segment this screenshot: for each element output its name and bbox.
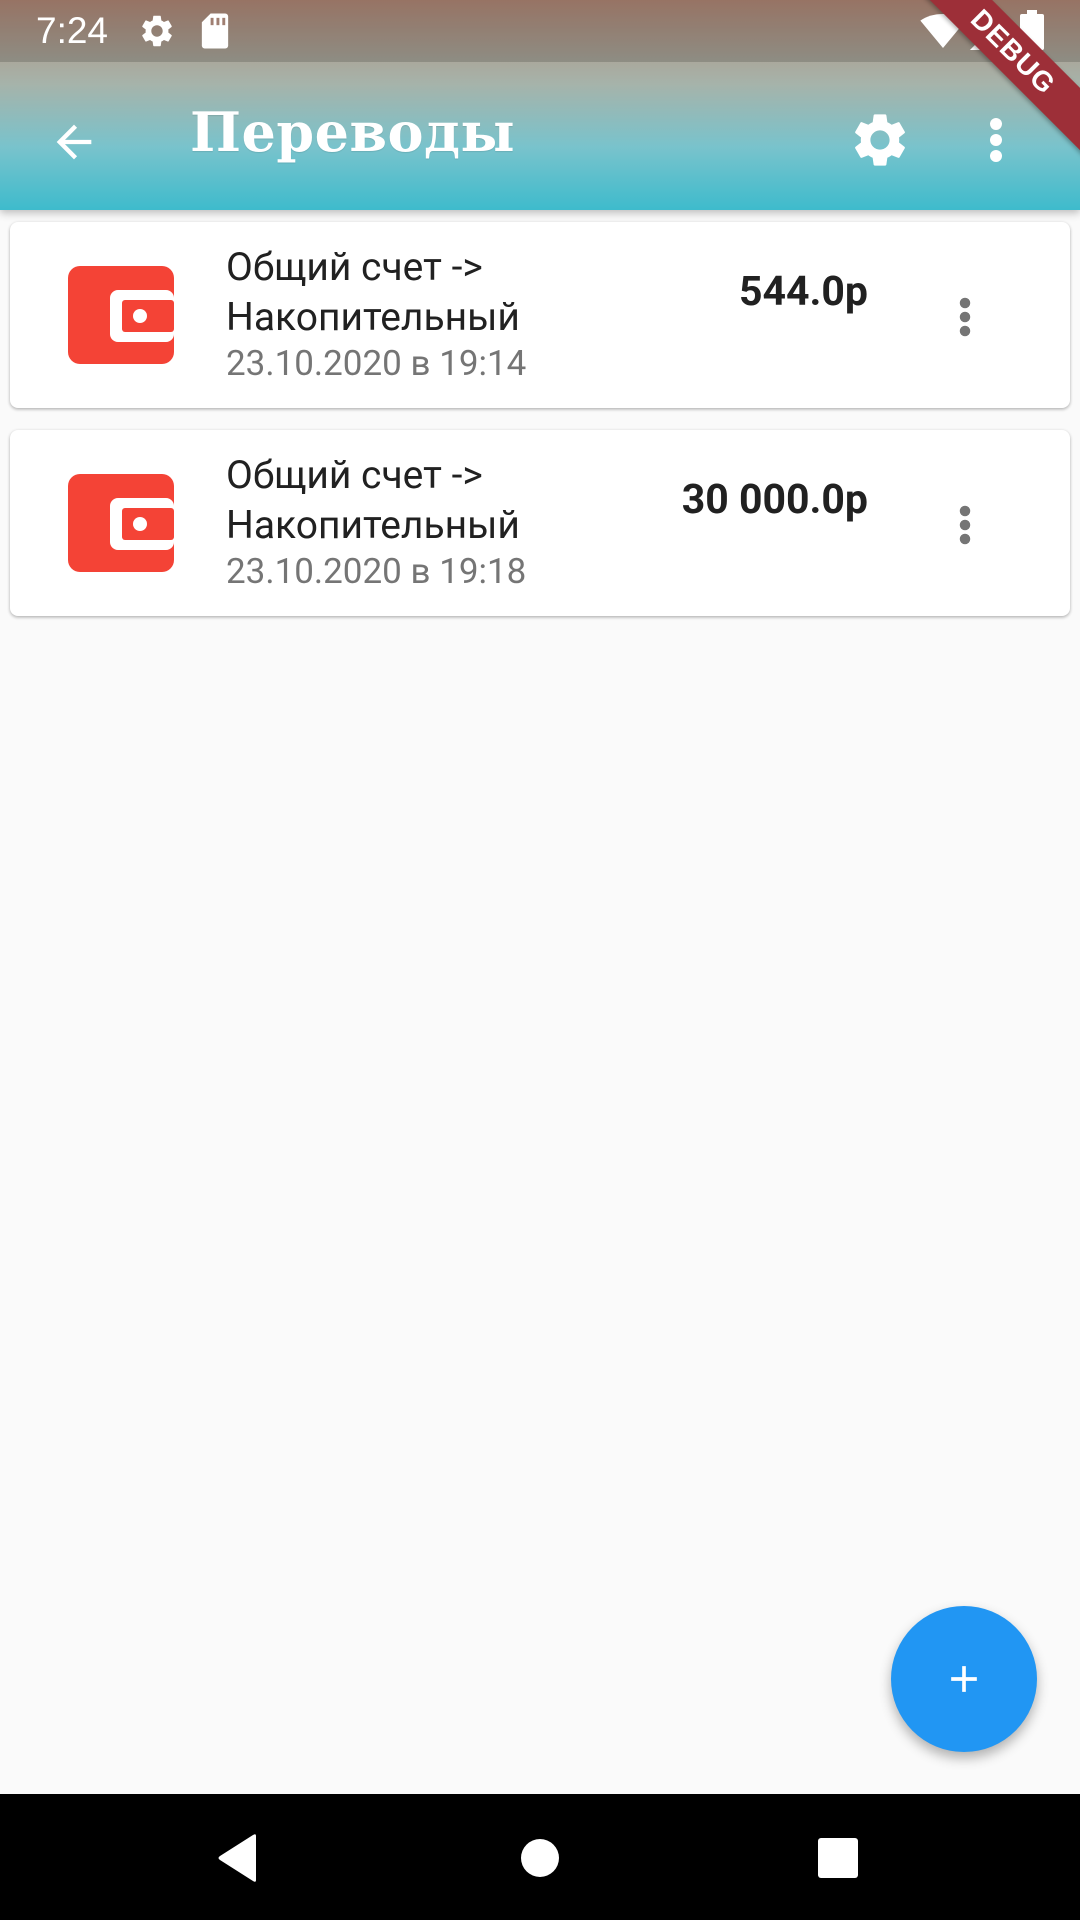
more-vertical-icon (959, 297, 971, 337)
top-bar: 7:24 Переводы DEBUG (0, 0, 1080, 210)
sd-card-icon (200, 12, 230, 54)
more-vertical-icon (959, 505, 971, 545)
nav-back-button[interactable] (198, 1818, 278, 1898)
back-triangle-icon (218, 1834, 256, 1882)
gear-icon (138, 12, 176, 54)
plus-icon (951, 1666, 977, 1692)
transfer-amount: 544.0р (738, 268, 868, 316)
arrow-left-icon (56, 124, 92, 160)
navigation-bar (0, 1794, 1080, 1920)
status-time: 7:24 (36, 10, 109, 51)
page-title: Переводы (190, 100, 516, 164)
transfer-menu-button[interactable] (940, 284, 990, 350)
home-circle-icon (521, 1839, 559, 1877)
app-bar: Переводы (0, 62, 1080, 210)
transfer-card[interactable]: Общий счет -> Накопительный 23.10.2020 в… (10, 430, 1070, 616)
gear-icon (855, 114, 905, 166)
wallet-icon (68, 266, 174, 364)
nav-home-button[interactable] (500, 1818, 580, 1898)
nav-recents-button[interactable] (798, 1818, 878, 1898)
add-transfer-button[interactable] (891, 1606, 1037, 1752)
status-bar: 7:24 (0, 0, 1080, 62)
settings-button[interactable] (840, 100, 920, 180)
transfer-list: Общий счет -> Накопительный 23.10.2020 в… (0, 222, 1080, 638)
transfer-info: Общий счет -> Накопительный 23.10.2020 в… (226, 450, 646, 594)
transfer-menu-button[interactable] (940, 492, 990, 558)
wallet-icon (68, 474, 174, 572)
transfer-info: Общий счет -> Накопительный 23.10.2020 в… (226, 242, 646, 386)
back-button[interactable] (34, 102, 114, 182)
transfer-amount: 30 000.0р (681, 476, 868, 524)
transfer-date: 23.10.2020 в 19:14 (226, 343, 527, 384)
overflow-menu-button[interactable] (970, 100, 1022, 180)
transfer-card[interactable]: Общий счет -> Накопительный 23.10.2020 в… (10, 222, 1070, 408)
transfer-title: Общий счет -> Накопительный (226, 244, 520, 340)
recents-square-icon (818, 1838, 858, 1878)
transfer-date: 23.10.2020 в 19:18 (226, 551, 527, 592)
more-vertical-icon (990, 118, 1002, 162)
transfer-title: Общий счет -> Накопительный (226, 452, 520, 548)
